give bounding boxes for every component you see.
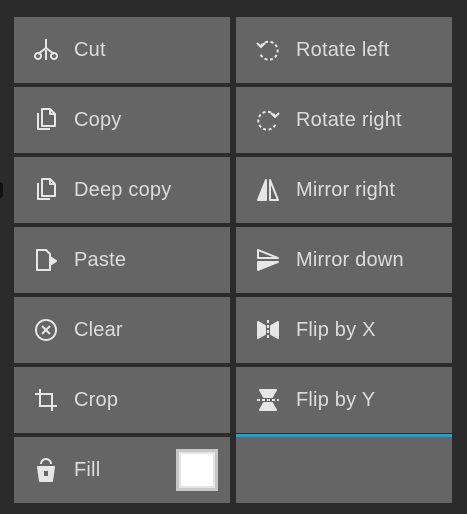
crop-label: Crop bbox=[74, 388, 119, 411]
fill-color-preview bbox=[179, 452, 215, 488]
rotate-left-label: Rotate left bbox=[296, 38, 390, 61]
crop-button[interactable]: Crop bbox=[14, 367, 230, 433]
edit-tools-grid: Cut Rotate left Copy Rotate right Deep c… bbox=[14, 17, 452, 503]
window-edge-mark bbox=[0, 182, 3, 198]
fill-bucket-icon bbox=[32, 456, 60, 484]
flip-y-icon bbox=[254, 386, 282, 414]
mirror-right-icon bbox=[254, 176, 282, 204]
copy-label: Copy bbox=[74, 108, 122, 131]
rotate-left-icon bbox=[254, 36, 282, 64]
fill-button[interactable]: Fill bbox=[14, 437, 230, 503]
rotate-right-label: Rotate right bbox=[296, 108, 402, 131]
clear-button[interactable]: Clear bbox=[14, 297, 230, 363]
deep-copy-label: Deep copy bbox=[74, 178, 172, 201]
rotate-right-icon bbox=[254, 106, 282, 134]
mirror-down-label: Mirror down bbox=[296, 248, 404, 271]
mirror-down-button[interactable]: Mirror down bbox=[236, 227, 452, 293]
flip-y-label: Flip by Y bbox=[296, 388, 376, 411]
fill-color-swatch[interactable] bbox=[176, 449, 218, 491]
flip-y-button[interactable]: Flip by Y bbox=[236, 367, 452, 438]
flip-x-icon bbox=[254, 316, 282, 344]
copy-icon bbox=[32, 106, 60, 134]
mirror-right-button[interactable]: Mirror right bbox=[236, 157, 452, 223]
fill-label: Fill bbox=[74, 458, 101, 481]
clear-label: Clear bbox=[74, 318, 123, 341]
mirror-down-icon bbox=[254, 246, 282, 274]
deep-copy-button[interactable]: Deep copy bbox=[14, 157, 230, 223]
copy-button[interactable]: Copy bbox=[14, 87, 230, 153]
rotate-right-button[interactable]: Rotate right bbox=[236, 87, 452, 153]
crop-icon bbox=[32, 386, 60, 414]
cut-button[interactable]: Cut bbox=[14, 17, 230, 83]
clear-icon bbox=[32, 316, 60, 344]
paste-label: Paste bbox=[74, 248, 127, 271]
empty-slot bbox=[236, 437, 452, 503]
deep-copy-icon bbox=[32, 176, 60, 204]
scissors-icon bbox=[32, 36, 60, 64]
flip-x-button[interactable]: Flip by X bbox=[236, 297, 452, 363]
flip-x-label: Flip by X bbox=[296, 318, 376, 341]
cut-label: Cut bbox=[74, 38, 106, 61]
paste-icon bbox=[32, 246, 60, 274]
paste-button[interactable]: Paste bbox=[14, 227, 230, 293]
rotate-left-button[interactable]: Rotate left bbox=[236, 17, 452, 83]
mirror-right-label: Mirror right bbox=[296, 178, 396, 201]
